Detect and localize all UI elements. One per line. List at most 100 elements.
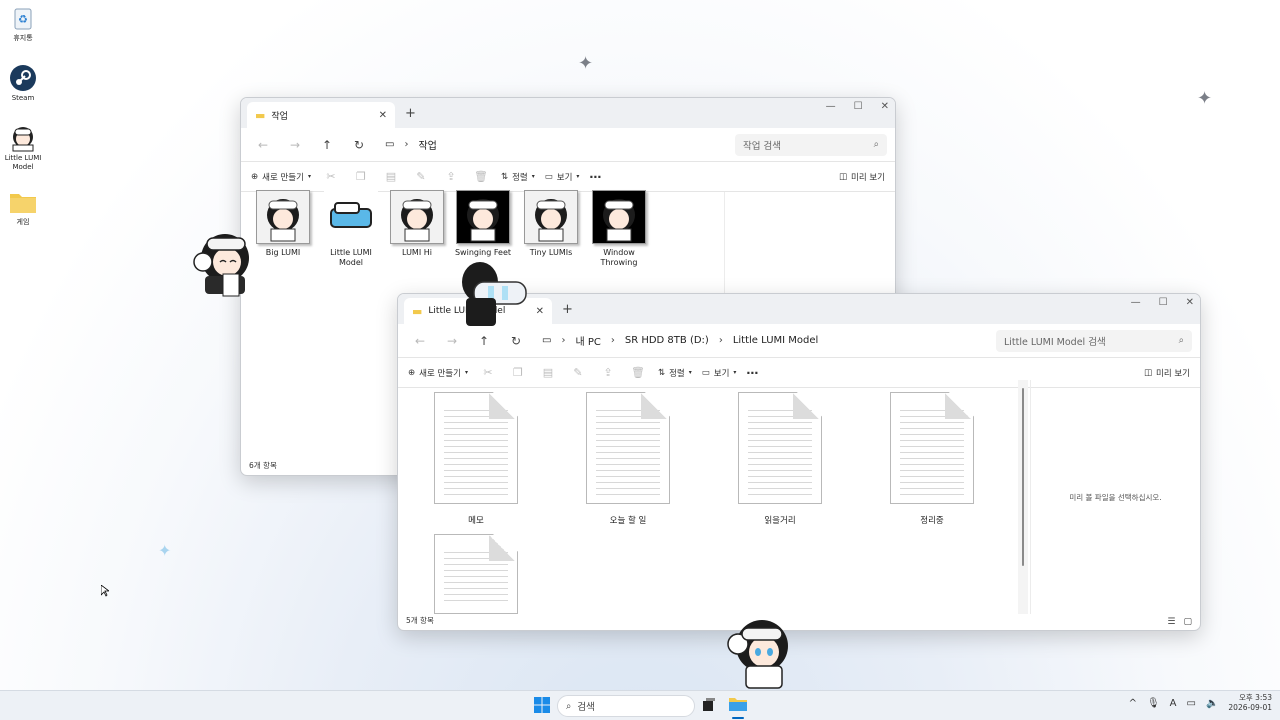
rename-icon[interactable]: ✎ xyxy=(568,366,588,379)
breadcrumb[interactable]: ▭ › 작업 xyxy=(377,137,731,152)
up-button[interactable]: ↑ xyxy=(470,334,498,348)
refresh-button[interactable]: ↻ xyxy=(345,138,373,152)
back-button[interactable]: ← xyxy=(249,138,277,152)
view-toggle[interactable]: ☰ ▢ xyxy=(1167,617,1192,627)
copy-icon[interactable]: ❐ xyxy=(351,170,371,183)
file-explorer-window-lumi[interactable]: ▬ Little LUMI Model ✕ + — ☐ ✕ ← → ↑ ↻ ▭ … xyxy=(397,293,1201,631)
chevron-up-icon[interactable]: ^ xyxy=(1129,698,1137,709)
desktop-icon-little-lumi[interactable]: Little LUMI Model xyxy=(3,124,43,172)
file-thumbnail[interactable]: Window Throwing xyxy=(589,190,649,268)
file-label: Tiny LUMIs xyxy=(529,248,573,257)
new-button[interactable]: ⊕ 새로 만들기 ▾ xyxy=(408,367,468,379)
close-tab-icon[interactable]: ✕ xyxy=(379,110,387,121)
preview-pane-icon: ◫ xyxy=(838,171,848,182)
maximize-button[interactable]: ☐ xyxy=(854,101,863,112)
file-item[interactable] xyxy=(432,534,520,624)
view-label: 보기 xyxy=(556,172,573,183)
delete-icon[interactable]: 🗑 xyxy=(471,170,491,183)
chevron-right-icon: › xyxy=(718,335,723,346)
more-options-icon[interactable]: ⋯ xyxy=(746,366,758,380)
preview-label: 미리 보기 xyxy=(1156,368,1190,379)
plus-circle-icon: ⊕ xyxy=(408,367,416,378)
details-view-icon[interactable]: ☰ xyxy=(1167,617,1175,627)
file-thumbnail[interactable]: Little LUMI Model xyxy=(321,190,381,268)
view-button[interactable]: ▭ 보기 ▾ xyxy=(702,367,737,379)
paste-icon[interactable]: ▤ xyxy=(381,170,401,183)
desktop-icon-recycle-bin[interactable]: ♻ 휴지통 xyxy=(3,4,43,43)
new-button[interactable]: ⊕ 새로 만들기 ▾ xyxy=(251,171,311,183)
task-view-button[interactable] xyxy=(703,698,715,715)
volume-icon[interactable]: 🔈 xyxy=(1206,698,1218,709)
scrollbar[interactable] xyxy=(1018,380,1028,614)
close-button[interactable]: ✕ xyxy=(881,101,889,112)
cut-icon[interactable]: ✂ xyxy=(321,170,341,183)
image-preview-icon xyxy=(390,190,444,244)
search-placeholder: 작업 검색 xyxy=(743,140,781,152)
preview-pane-button[interactable]: ◫ 미리 보기 xyxy=(1144,367,1190,379)
file-item[interactable]: 읽을거리 xyxy=(736,392,824,526)
file-thumbnail[interactable]: Big LUMI xyxy=(253,190,313,258)
breadcrumb-item[interactable]: SR HDD 8TB (D:) xyxy=(625,335,709,346)
file-item[interactable]: 메모 xyxy=(432,392,520,526)
ime-indicator[interactable]: A xyxy=(1170,698,1177,709)
preview-pane-button[interactable]: ◫ 미리 보기 xyxy=(839,171,885,183)
start-button[interactable] xyxy=(534,697,550,716)
recycle-bin-icon: ♻ xyxy=(9,4,37,32)
cut-icon[interactable]: ✂ xyxy=(478,366,498,379)
title-bar[interactable]: ▬ 작업 ✕ + — ☐ ✕ xyxy=(241,98,895,128)
folder-icon: ▬ xyxy=(255,108,266,122)
more-options-icon[interactable]: ⋯ xyxy=(589,170,601,184)
search-box[interactable]: 작업 검색 ⌕ xyxy=(735,133,887,156)
file-thumbnail[interactable]: LUMI Hi xyxy=(387,190,447,258)
forward-button[interactable]: → xyxy=(281,138,309,152)
breadcrumb-item[interactable]: 내 PC xyxy=(575,333,600,348)
tab-work[interactable]: ▬ 작업 ✕ xyxy=(247,102,395,128)
lumi-mascot-jetpack[interactable] xyxy=(458,260,528,331)
minimize-button[interactable]: — xyxy=(826,101,836,112)
minimize-button[interactable]: — xyxy=(1131,297,1141,308)
file-item[interactable]: 정리중 xyxy=(888,392,976,526)
breadcrumb-item[interactable]: Little LUMI Model xyxy=(733,335,818,346)
lumi-mascot-sitting[interactable] xyxy=(193,226,257,301)
copy-icon[interactable]: ❐ xyxy=(508,366,528,379)
file-explorer-taskbar-button[interactable] xyxy=(729,696,747,719)
delete-icon[interactable]: 🗑 xyxy=(628,366,648,379)
microphone-icon[interactable]: 🎙 xyxy=(1147,698,1160,709)
large-icons-view-icon[interactable]: ▢ xyxy=(1183,617,1192,627)
breadcrumb-item[interactable]: 작업 xyxy=(418,137,436,152)
search-box[interactable]: Little LUMI Model 검색 ⌕ xyxy=(996,329,1192,352)
taskbar-search-box[interactable]: ⌕ 검색 xyxy=(557,695,695,717)
desktop-icon-game-folder[interactable]: 게임 xyxy=(3,188,43,227)
lumi-mascot-standing[interactable] xyxy=(726,614,794,693)
clock[interactable]: 오후 3:53 2026-09-01 xyxy=(1228,693,1272,713)
search-placeholder: Little LUMI Model 검색 xyxy=(1004,336,1106,348)
network-icon[interactable]: ▭ xyxy=(1187,698,1196,709)
paste-icon[interactable]: ▤ xyxy=(538,366,558,379)
file-label: Little LUMI Model xyxy=(330,248,372,267)
close-button[interactable]: ✕ xyxy=(1186,297,1194,308)
sort-button[interactable]: ⇅ 정렬 ▾ xyxy=(658,367,692,379)
desktop-icon-steam[interactable]: Steam xyxy=(3,64,43,103)
back-button[interactable]: ← xyxy=(406,334,434,348)
sort-button[interactable]: ⇅ 정렬 ▾ xyxy=(501,171,535,183)
file-thumbnail[interactable]: Tiny LUMIs xyxy=(521,190,581,258)
taskbar: ⌕ 검색 ^ 🎙 A ▭ 🔈 오후 3:53 2026-09-01 xyxy=(0,690,1280,720)
refresh-button[interactable]: ↻ xyxy=(502,334,530,348)
chevron-down-icon: ▾ xyxy=(464,369,468,376)
file-thumbnail[interactable]: Swinging Feet xyxy=(453,190,513,258)
share-icon[interactable]: ⇪ xyxy=(441,170,461,183)
status-bar: 5개 항목 xyxy=(406,616,434,625)
up-button[interactable]: ↑ xyxy=(313,138,341,152)
close-tab-icon[interactable]: ✕ xyxy=(536,306,544,317)
file-item[interactable]: 오늘 할 일 xyxy=(584,392,672,526)
rename-icon[interactable]: ✎ xyxy=(411,170,431,183)
view-button[interactable]: ▭ 보기 ▾ xyxy=(545,171,580,183)
breadcrumb[interactable]: ▭ › 내 PC › SR HDD 8TB (D:) › Little LUMI… xyxy=(534,333,992,348)
share-icon[interactable]: ⇪ xyxy=(598,366,618,379)
maximize-button[interactable]: ☐ xyxy=(1159,297,1168,308)
new-tab-button[interactable]: + xyxy=(562,302,573,317)
scrollbar-thumb[interactable] xyxy=(1022,388,1024,566)
view-label: 보기 xyxy=(713,368,730,379)
new-tab-button[interactable]: + xyxy=(405,106,416,121)
forward-button[interactable]: → xyxy=(438,334,466,348)
